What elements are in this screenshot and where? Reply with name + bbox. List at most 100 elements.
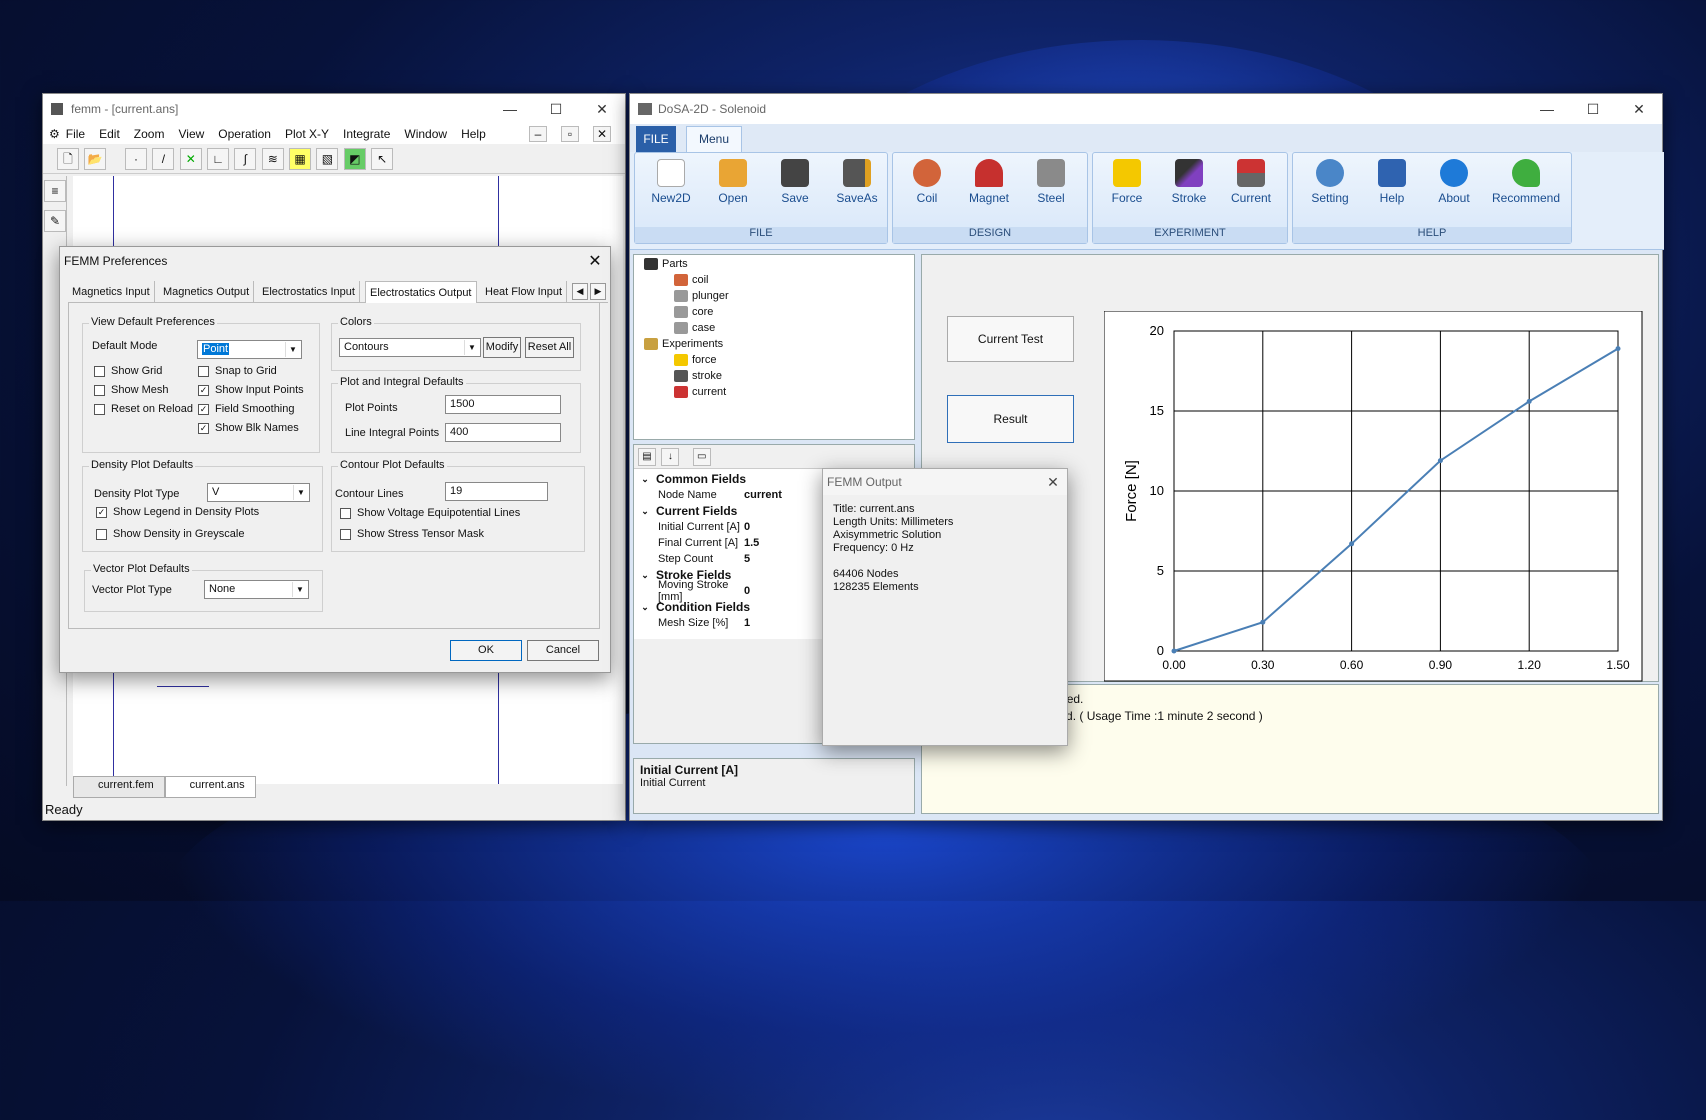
tree-force[interactable]: force — [674, 354, 716, 366]
menu-zoom[interactable]: Zoom — [134, 127, 165, 141]
show-input-points-checkbox[interactable]: ✓ Show Input Points — [198, 384, 304, 396]
tree-coil[interactable]: coil — [674, 274, 709, 286]
category-common[interactable]: ⌄ Common Fields — [634, 471, 834, 487]
ribbon-tab-file[interactable]: FILE — [636, 126, 676, 152]
tabs-scroll-left-icon[interactable]: ◀ — [572, 283, 588, 300]
field-smoothing-checkbox[interactable]: ✓ Field Smoothing — [198, 403, 295, 415]
saveas-button[interactable]: SaveAs — [829, 159, 885, 205]
steel-button[interactable]: Steel — [1023, 159, 1079, 205]
maximize-button[interactable]: ☐ — [1570, 94, 1616, 124]
default-mode-select[interactable]: Point ▼ — [197, 340, 302, 359]
density-type-select[interactable]: V ▼ — [207, 483, 310, 502]
magnet-button[interactable]: Magnet — [961, 159, 1017, 205]
show-legend-checkbox[interactable]: ✓ Show Legend in Density Plots — [96, 506, 259, 518]
tree-parts[interactable]: Parts — [644, 258, 688, 270]
prop-moving-stroke[interactable]: Moving Stroke [mm] 0 — [634, 579, 834, 603]
show-grid-checkbox[interactable]: Show Grid — [94, 365, 162, 377]
contour-icon[interactable]: ∟ — [207, 148, 230, 170]
menu-file[interactable]: File — [66, 127, 85, 141]
current-button[interactable]: Current — [1223, 159, 1279, 205]
modify-button[interactable]: Modify — [483, 337, 521, 358]
sort-alpha-icon[interactable]: ↓ — [661, 448, 680, 466]
prop-final-current[interactable]: Final Current [A] 1.5 — [634, 535, 834, 551]
show-blk-names-checkbox[interactable]: ✓ Show Blk Names — [198, 422, 299, 434]
tree-plunger[interactable]: plunger — [674, 290, 729, 302]
tab-electrostatics-output[interactable]: Electrostatics Output — [365, 281, 477, 303]
cancel-button[interactable]: Cancel — [527, 640, 599, 661]
tabs-scroll-right-icon[interactable]: ▶ — [590, 283, 606, 300]
tab-electrostatics-input[interactable]: Electrostatics Input — [258, 281, 360, 303]
colors-select[interactable]: Contours ▼ — [339, 338, 481, 357]
recommend-button[interactable]: Recommend — [1485, 159, 1567, 205]
tree-case[interactable]: case — [674, 322, 715, 334]
tab-magnetics-input[interactable]: Magnetics Input — [68, 281, 155, 303]
femm-output-close-icon[interactable]: ✕ — [1039, 474, 1067, 491]
force-button[interactable]: Force — [1099, 159, 1155, 205]
stress-tensor-checkbox[interactable]: Show Stress Tensor Mask — [340, 528, 484, 540]
doc-tab-fem[interactable]: current.fem — [73, 776, 165, 798]
mdi-restore-button[interactable]: ▫ — [561, 126, 579, 142]
mdi-minimize-button[interactable]: – — [529, 126, 547, 142]
categorized-icon[interactable]: ▤ — [638, 448, 656, 466]
tree-stroke[interactable]: stroke — [674, 370, 722, 382]
menu-view[interactable]: View — [178, 127, 204, 141]
about-button[interactable]: About — [1423, 159, 1485, 205]
integrate-icon[interactable]: ∫ — [234, 148, 257, 170]
new-doc-icon[interactable]: 🗋 — [57, 148, 79, 170]
menu-edit[interactable]: Edit — [99, 127, 120, 141]
menu-plot-xy[interactable]: Plot X-Y — [285, 127, 329, 141]
voltage-equipotential-checkbox[interactable]: Show Voltage Equipotential Lines — [340, 507, 520, 519]
save-button[interactable]: Save — [767, 159, 823, 205]
coil-button[interactable]: Coil — [899, 159, 955, 205]
minimize-button[interactable]: — — [487, 94, 533, 124]
prefs-close-icon[interactable]: ✕ — [580, 251, 610, 271]
plot-points-input[interactable]: 1500 — [445, 395, 561, 414]
stroke-button[interactable]: Stroke — [1161, 159, 1217, 205]
open-button[interactable]: Open — [705, 159, 761, 205]
ok-button[interactable]: OK — [450, 640, 522, 661]
prop-mesh-size[interactable]: Mesh Size [%] 1 — [634, 615, 834, 631]
hatch-icon[interactable]: ▧ — [316, 148, 339, 170]
block-mode-icon[interactable]: ✕ — [179, 148, 202, 170]
new2d-button[interactable]: New2D — [643, 159, 699, 205]
color-plot-icon[interactable]: ◩ — [343, 148, 366, 170]
segment-mode-icon[interactable]: / — [152, 148, 175, 170]
doc-tab-ans[interactable]: current.ans — [164, 776, 256, 798]
show-mesh-checkbox[interactable]: Show Mesh — [94, 384, 168, 396]
menu-integrate[interactable]: Integrate — [343, 127, 390, 141]
mdi-close-button[interactable]: ✕ — [593, 126, 611, 142]
pointer-icon[interactable]: ↖ — [371, 148, 394, 170]
prop-initial-current[interactable]: Initial Current [A] 0 — [634, 519, 834, 535]
setting-button[interactable]: Setting — [1299, 159, 1361, 205]
tree-experiments[interactable]: Experiments — [644, 338, 723, 350]
side-tool-icon-1[interactable]: ≡ — [44, 180, 66, 202]
tree-current[interactable]: current — [674, 386, 726, 398]
ribbon-tab-menu[interactable]: Menu — [686, 126, 742, 152]
result-button[interactable]: Result — [947, 395, 1074, 443]
open-doc-icon[interactable]: 📂 — [84, 148, 107, 170]
menu-window[interactable]: Window — [404, 127, 447, 141]
maximize-button[interactable]: ☐ — [533, 94, 579, 124]
property-pages-icon[interactable]: ▭ — [692, 448, 711, 466]
line-integral-points-input[interactable]: 400 — [445, 423, 561, 442]
reset-reload-checkbox[interactable]: Reset on Reload — [94, 403, 193, 415]
close-button[interactable]: ✕ — [579, 94, 625, 124]
tree-core[interactable]: core — [674, 306, 713, 318]
reset-all-button[interactable]: Reset All — [525, 337, 574, 358]
side-tool-icon-2[interactable]: ✎ — [44, 210, 66, 232]
greyscale-checkbox[interactable]: Show Density in Greyscale — [96, 528, 244, 540]
close-button[interactable]: ✕ — [1616, 94, 1662, 124]
tab-heat-flow-input[interactable]: Heat Flow Input — [481, 281, 568, 303]
menu-operation[interactable]: Operation — [218, 127, 271, 141]
vector-type-select[interactable]: None ▼ — [204, 580, 309, 599]
menu-help[interactable]: Help — [461, 127, 486, 141]
node-mode-icon[interactable]: · — [125, 148, 148, 170]
current-test-button[interactable]: Current Test — [947, 316, 1074, 362]
prop-node-name[interactable]: Node Name current — [634, 487, 834, 503]
plot-icon[interactable]: ≋ — [261, 148, 284, 170]
category-current[interactable]: ⌄ Current Fields — [634, 503, 834, 519]
tab-magnetics-output[interactable]: Magnetics Output — [159, 281, 255, 303]
contour-lines-input[interactable]: 19 — [445, 482, 548, 501]
help-button[interactable]: Help — [1361, 159, 1423, 205]
snap-grid-checkbox[interactable]: Snap to Grid — [198, 365, 277, 377]
